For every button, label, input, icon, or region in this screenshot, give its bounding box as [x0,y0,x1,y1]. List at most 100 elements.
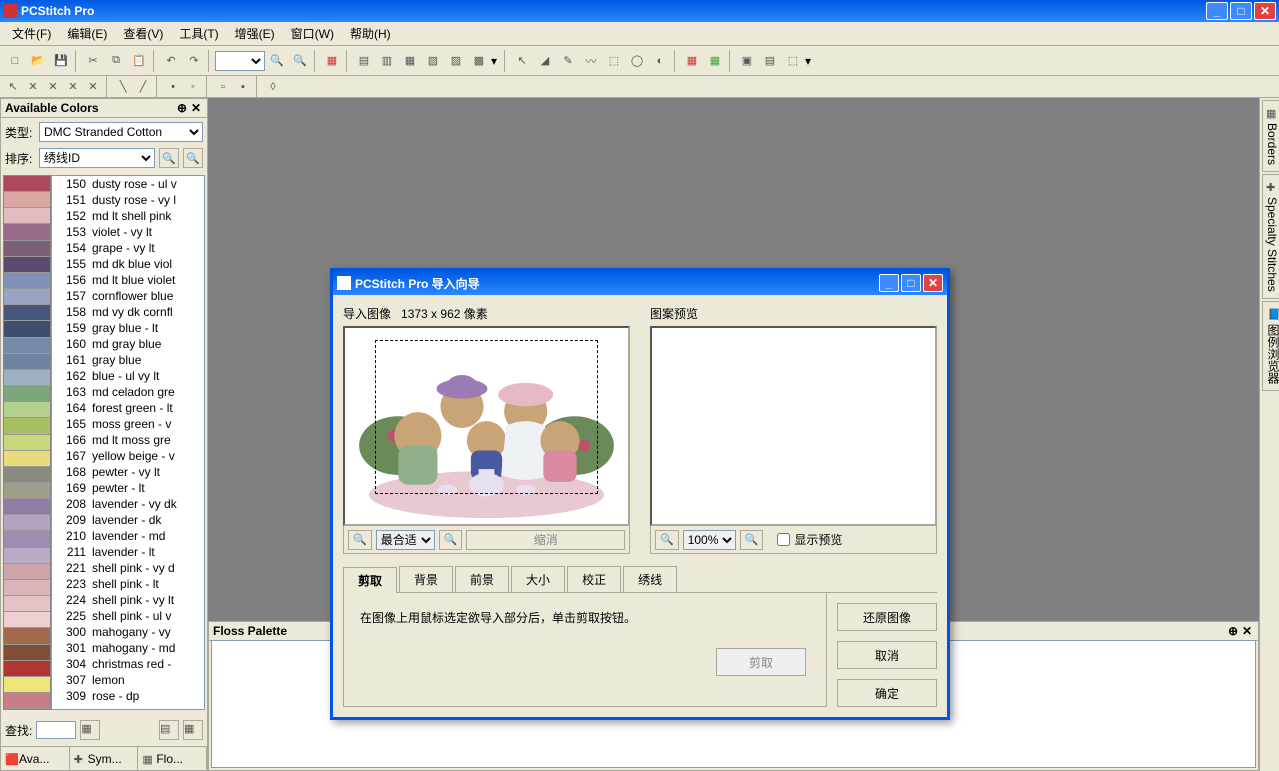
color-item[interactable]: 160md gray blue [52,336,204,352]
cancel-button[interactable]: 取消 [837,641,937,669]
restore-button[interactable]: 还原图像 [837,603,937,631]
dialog-minimize-button[interactable]: _ [879,274,899,292]
misc-icon[interactable]: ◊ [264,78,282,96]
color-swatch[interactable] [4,564,50,580]
color-swatch[interactable] [4,176,50,192]
search-input[interactable] [36,721,76,739]
list-view-icon[interactable]: ▤ [159,720,179,740]
zoom-right-select[interactable]: 100% [683,530,736,550]
selection-rect[interactable] [375,340,598,494]
color-swatch[interactable] [4,354,50,370]
sq2-icon[interactable]: ▪ [234,78,252,96]
menu-文件(F)[interactable]: 文件(F) [4,22,59,45]
color-item[interactable]: 152md lt shell pink [52,208,204,224]
line1-icon[interactable]: ╲ [114,78,132,96]
color-item[interactable]: 211lavender - lt [52,544,204,560]
view3-icon[interactable]: ▦ [399,50,421,72]
tool-d-icon[interactable]: 〰 [580,50,602,72]
color-swatch[interactable] [4,451,50,467]
dialog-tab-校正[interactable]: 校正 [567,566,621,592]
sort-zoom-in-icon[interactable]: 🔍 [159,148,179,168]
view1-icon[interactable]: ▤ [353,50,375,72]
x4-icon[interactable]: ✕ [84,78,102,96]
dialog-tab-大小[interactable]: 大小 [511,566,565,592]
dialog-tab-背景[interactable]: 背景 [399,566,453,592]
x3-icon[interactable]: ✕ [64,78,82,96]
side-tab-borders[interactable]: ▦Borders [1262,100,1279,172]
color-item[interactable]: 156md lt blue violet [52,272,204,288]
zoom-out-right-icon[interactable]: 🔍 [655,530,679,550]
import-image-box[interactable] [343,326,630,526]
side-tab-legend-browser[interactable]: 📘图例浏览器 [1262,301,1279,391]
search-go-icon[interactable]: ▦ [80,720,100,740]
color-swatch[interactable] [4,192,50,208]
crop-button[interactable]: 剪取 [716,648,806,676]
x2-icon[interactable]: ✕ [44,78,62,96]
color-swatch[interactable] [4,370,50,386]
dialog-tab-绣线[interactable]: 绣线 [623,566,677,592]
color-swatch[interactable] [4,677,50,693]
type-select[interactable]: DMC Stranded Cotton [39,122,203,142]
color-swatch[interactable] [4,661,50,677]
tool-e-icon[interactable]: ⬚ [603,50,625,72]
maximize-button[interactable]: □ [1230,2,1252,20]
tool-b-icon[interactable]: ◢ [534,50,556,72]
floss-pin-icon[interactable]: ⊕ [1226,624,1240,638]
color-swatch[interactable] [4,467,50,483]
color-swatch[interactable] [4,628,50,644]
color-item[interactable]: 224shell pink - vy lt [52,592,204,608]
color-item[interactable]: 208lavender - vy dk [52,496,204,512]
tool-h-icon[interactable]: ▦ [681,50,703,72]
color-item[interactable]: 158md vy dk cornfl [52,304,204,320]
tool-c-icon[interactable]: ✎ [557,50,579,72]
view6-icon[interactable]: ▩ [468,50,490,72]
menu-增强(E)[interactable]: 增强(E) [227,22,283,45]
color-item[interactable]: 300mahogany - vy [52,624,204,640]
zoom-left-select[interactable]: 最合适 [376,530,435,550]
arrow-icon[interactable]: ↖ [4,78,22,96]
dialog-tab-剪取[interactable]: 剪取 [343,567,397,593]
menu-窗口(W)[interactable]: 窗口(W) [283,22,342,45]
color-item[interactable]: 304christmas red - [52,656,204,672]
zoom-in-right-icon[interactable]: 🔍 [740,530,764,550]
color-item[interactable]: 162blue - ul vy lt [52,368,204,384]
floss-close-icon[interactable]: ✕ [1240,624,1254,638]
grid-icon[interactable]: ▦ [321,50,343,72]
dialog-close-button[interactable]: ✕ [923,274,943,292]
color-swatch[interactable] [4,596,50,612]
dot2-icon[interactable]: ◦ [184,78,202,96]
dialog-tab-前景[interactable]: 前景 [455,566,509,592]
color-item[interactable]: 163md celadon gre [52,384,204,400]
color-item[interactable]: 225shell pink - ul v [52,608,204,624]
tool-i-icon[interactable]: ▦ [704,50,726,72]
color-item[interactable]: 209lavender - dk [52,512,204,528]
panel-close-icon[interactable]: ✕ [189,101,203,115]
color-swatch[interactable] [4,386,50,402]
color-list-scroll[interactable]: 150dusty rose - ul v151dusty rose - vy l… [52,176,204,709]
redo-icon[interactable]: ↷ [183,50,205,72]
close-button[interactable]: ✕ [1254,2,1276,20]
color-swatch[interactable] [4,338,50,354]
color-item[interactable]: 150dusty rose - ul v [52,176,204,192]
color-item[interactable]: 157cornflower blue [52,288,204,304]
zoom-in-left-icon[interactable]: 🔍 [439,530,463,550]
save-icon[interactable]: 💾 [50,50,72,72]
menu-编辑(E)[interactable]: 编辑(E) [59,22,115,45]
color-item[interactable]: 301mahogany - md [52,640,204,656]
color-item[interactable]: 165moss green - v [52,416,204,432]
dot1-icon[interactable]: • [164,78,182,96]
color-swatch[interactable] [4,435,50,451]
color-item[interactable]: 153violet - vy lt [52,224,204,240]
ok-button[interactable]: 确定 [837,679,937,707]
color-swatch[interactable] [4,645,50,661]
color-item[interactable]: 169pewter - lt [52,480,204,496]
zoom-in-icon[interactable]: 🔍 [266,50,288,72]
open-icon[interactable]: 📂 [27,50,49,72]
sq1-icon[interactable]: ▫ [214,78,232,96]
color-swatch[interactable] [4,208,50,224]
line2-icon[interactable]: ╱ [134,78,152,96]
color-swatch[interactable] [4,499,50,515]
color-item[interactable]: 221shell pink - vy d [52,560,204,576]
cut-icon[interactable]: ✂ [82,50,104,72]
view2-icon[interactable]: ▥ [376,50,398,72]
